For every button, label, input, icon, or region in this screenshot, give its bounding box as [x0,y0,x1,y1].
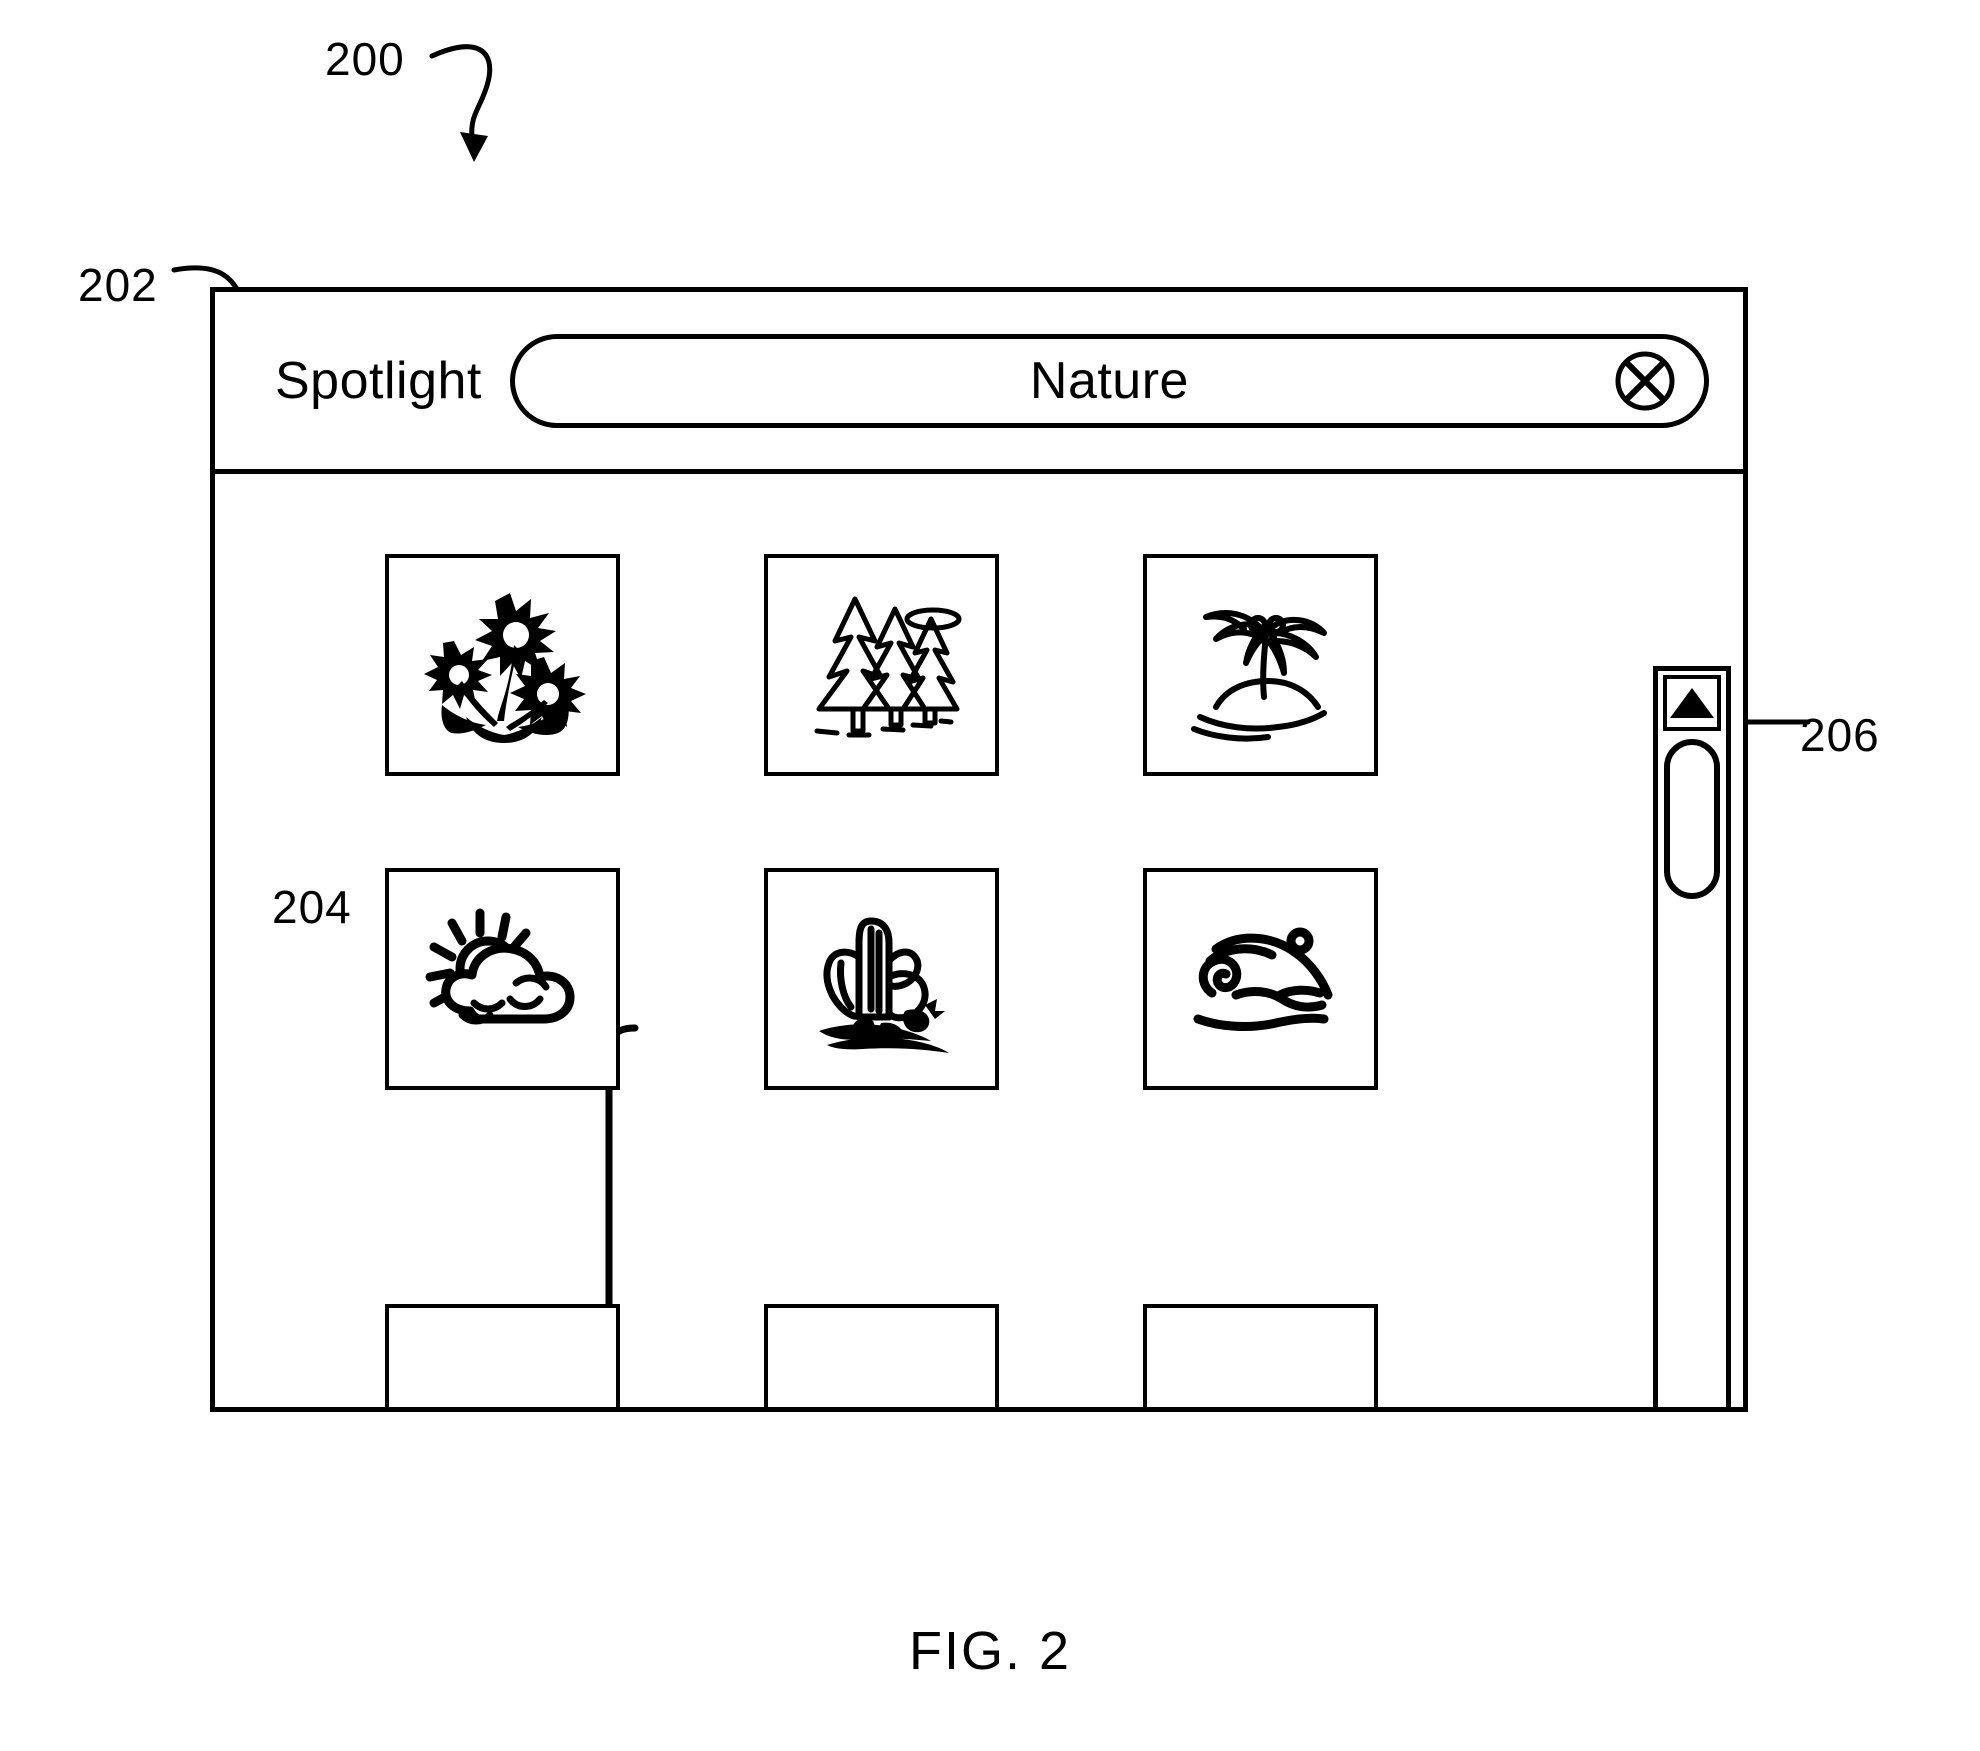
search-input-value: Nature [1029,351,1189,410]
result-item-partial-1[interactable] [385,1304,620,1407]
result-item-sun-cloud[interactable] [385,868,620,1090]
scroll-up-button[interactable] [1663,675,1721,731]
palm-island-icon [1190,610,1327,742]
clear-search-icon[interactable] [1614,350,1676,412]
results-grid-partial-row [385,1304,1378,1407]
result-item-wave[interactable] [1143,868,1378,1090]
window-titlebar: Spotlight Nature [215,292,1743,474]
figure-canvas: 200 202 206 Spotlight Nature 204 FIG. 2 [0,0,1980,1751]
result-item-partial-2[interactable] [764,1304,999,1407]
vertical-scrollbar[interactable] [1653,666,1731,1407]
result-item-flowers[interactable] [385,554,620,776]
callout-label-204: 204 [272,881,352,933]
cactus-icon [818,917,949,1053]
triangle-up-icon [1670,688,1714,718]
callout-label-200: 200 [325,33,405,85]
app-title: Spotlight [275,351,482,410]
ocean-wave-icon [1193,927,1332,1031]
scrollbar-thumb[interactable] [1664,739,1720,899]
pine-trees-icon [814,596,961,738]
results-pane [215,474,1743,1407]
leader-line-200 [429,44,493,162]
spotlight-window: Spotlight Nature [210,287,1748,1412]
result-item-partial-3[interactable] [1143,1304,1378,1407]
search-input[interactable]: Nature [509,333,1709,428]
callout-label-206: 206 [1800,709,1880,761]
result-item-trees[interactable] [764,554,999,776]
results-grid [385,554,1378,1090]
result-item-cactus[interactable] [764,868,999,1090]
flowers-icon [423,593,586,743]
callout-label-202: 202 [78,259,158,311]
sun-cloud-icon [425,908,574,1025]
result-item-island[interactable] [1143,554,1378,776]
figure-caption: FIG. 2 [908,1621,1072,1681]
